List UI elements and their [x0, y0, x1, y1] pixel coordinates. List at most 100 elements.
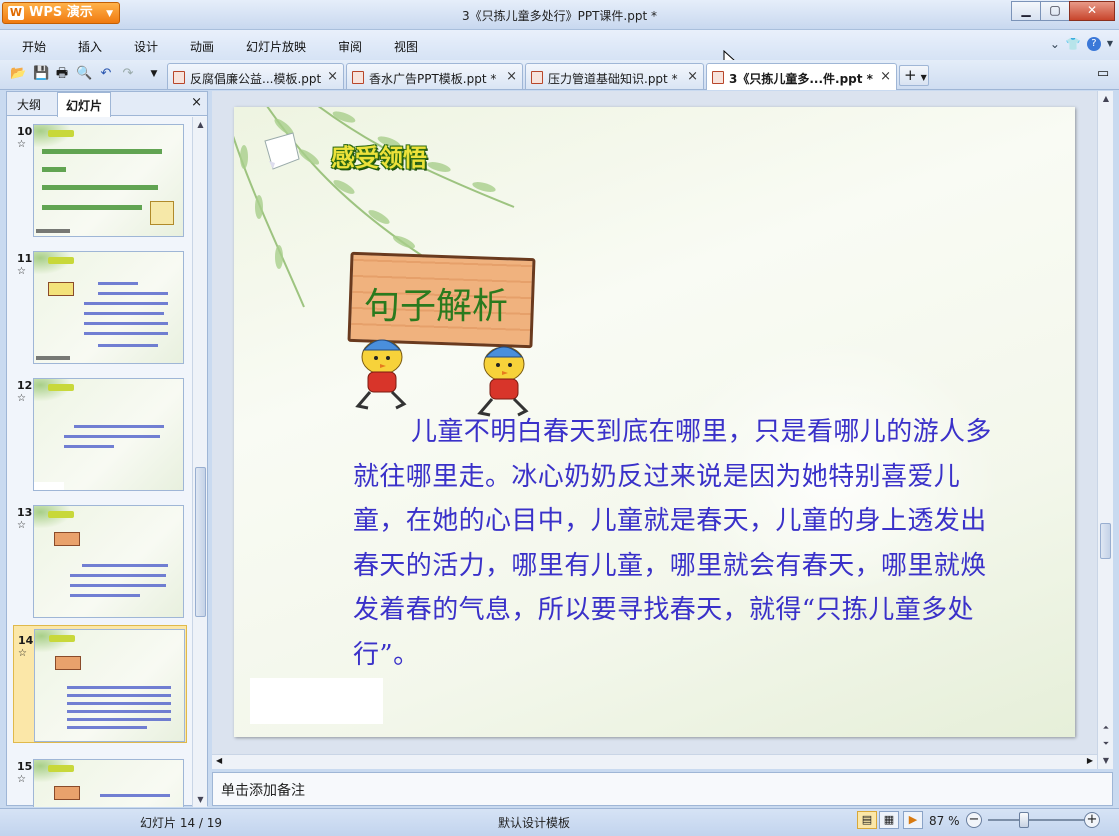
- new-tab-button[interactable]: + ▼: [899, 65, 929, 86]
- slide-thumbnail[interactable]: [33, 251, 184, 364]
- slide-thumbnail[interactable]: [33, 505, 184, 618]
- slide-section-heading: 感受领悟: [331, 144, 427, 172]
- notes-pane[interactable]: 单击添加备注: [212, 772, 1113, 806]
- cartoon-sign-icon: [150, 201, 174, 225]
- zoom-slider-knob[interactable]: [1019, 812, 1029, 828]
- zoom-in-icon[interactable]: +: [1084, 812, 1100, 828]
- close-panel-icon[interactable]: ×: [191, 95, 202, 110]
- menu-animation[interactable]: 动画: [190, 38, 214, 55]
- maximize-button[interactable]: ▢: [1040, 1, 1070, 21]
- thumb-text-line: [84, 322, 168, 325]
- tab-outline[interactable]: 大纲: [17, 96, 41, 113]
- menu-slideshow[interactable]: 幻灯片放映: [246, 38, 306, 55]
- thumb-title-bar: [48, 511, 74, 518]
- thumb-text-line: [70, 594, 140, 597]
- thumb-text-line: [84, 312, 164, 315]
- thumb-text-line: [98, 292, 168, 295]
- undo-icon[interactable]: ↶: [98, 66, 114, 82]
- close-tab-icon[interactable]: ×: [506, 69, 517, 84]
- slide-thumbnail-row[interactable]: 10 ☆: [7, 117, 191, 237]
- white-placeholder-box[interactable]: [250, 678, 383, 724]
- shirt-icon[interactable]: 👕: [1066, 37, 1081, 51]
- thumb-text-line: [42, 185, 158, 190]
- slide-thumbnail-row[interactable]: 15 ☆: [7, 752, 191, 807]
- scrollbar-thumb[interactable]: [195, 467, 206, 617]
- slides-panel: 大纲 幻灯片 × 10 ☆ 11 ☆ 12 ☆ 13 ☆ 14 ☆ 15 ☆ ▲…: [6, 91, 208, 807]
- thumb-board-icon: [54, 786, 80, 800]
- redo-icon[interactable]: ↷: [120, 66, 136, 82]
- save-icon[interactable]: 💾: [33, 66, 49, 82]
- print-preview-icon[interactable]: 🔍: [76, 66, 92, 82]
- slide-thumbnail-row[interactable]: 11 ☆: [7, 244, 191, 364]
- slide-thumbnail-row[interactable]: 12 ☆: [7, 371, 191, 491]
- zoom-slider-track[interactable]: [988, 819, 1084, 821]
- thumb-text-line: [74, 425, 164, 428]
- slide-canvas[interactable]: 感受领悟 句子解析 儿童不明白春天到底在哪里，只是看哪儿的游人多就往哪里走。冰心…: [234, 107, 1075, 737]
- page-up-icon[interactable]: ⏶: [1098, 723, 1114, 733]
- doc-tab-2[interactable]: 香水广告PPT模板.ppt * ×: [346, 63, 523, 89]
- minimize-button[interactable]: ▁: [1011, 1, 1041, 21]
- scroll-down-icon[interactable]: ▼: [193, 795, 208, 804]
- scroll-down-icon[interactable]: ▼: [1098, 756, 1114, 765]
- scroll-left-icon[interactable]: ◀: [216, 756, 222, 765]
- menu-home[interactable]: 开始: [22, 38, 46, 55]
- thumbnail-scrollbar[interactable]: ▲ ▼: [192, 117, 207, 807]
- doc-tab-1[interactable]: 反腐倡廉公益...模板.ppt ×: [167, 63, 344, 89]
- tab-slides[interactable]: 幻灯片: [57, 92, 112, 117]
- zoom-percent: 87 %: [929, 814, 960, 828]
- plus-icon: +: [904, 66, 917, 84]
- animation-star-icon: ☆: [17, 266, 26, 277]
- thumb-text-line: [64, 435, 160, 438]
- close-tab-icon[interactable]: ×: [327, 69, 338, 84]
- help-icon[interactable]: ?: [1086, 37, 1101, 51]
- thumb-title-bar: [48, 130, 74, 137]
- close-button[interactable]: ✕: [1069, 1, 1115, 21]
- toolbar-dropdown-icon[interactable]: ▼: [146, 66, 162, 82]
- slide-thumbnail-row-selected[interactable]: 14 ☆: [13, 625, 187, 743]
- scroll-up-icon[interactable]: ▲: [193, 120, 208, 129]
- menu-right-icons: ⌄ 👕 ? ▼: [1050, 37, 1113, 51]
- vertical-scrollbar[interactable]: ▲ ⏶ ⏷ ▼: [1097, 91, 1113, 769]
- print-icon[interactable]: 🖶: [54, 66, 70, 82]
- slide-counter: 幻灯片 14 / 19: [140, 816, 223, 830]
- animation-star-icon: ☆: [18, 648, 27, 659]
- chevron-down-icon[interactable]: ⌄: [1050, 37, 1060, 51]
- open-folder-icon[interactable]: 📂: [10, 66, 26, 82]
- thumb-text-line: [42, 149, 162, 154]
- horizontal-scrollbar[interactable]: ◀ ▶: [212, 754, 1097, 769]
- status-bar: 幻灯片 14 / 19 默认设计模板 ▤ ▦ ▶ 87 % − +: [0, 808, 1119, 836]
- slide-thumbnail[interactable]: [33, 378, 184, 491]
- zoom-out-icon[interactable]: −: [966, 812, 982, 828]
- thumb-board-icon: [55, 656, 81, 670]
- animation-star-icon: ☆: [17, 139, 26, 150]
- normal-view-icon[interactable]: ▤: [857, 811, 877, 829]
- scroll-right-icon[interactable]: ▶: [1087, 756, 1093, 765]
- slide-thumbnail[interactable]: [33, 124, 184, 237]
- slideshow-view-icon[interactable]: ▶: [903, 811, 923, 829]
- help-caret-icon[interactable]: ▼: [1107, 37, 1113, 51]
- close-tab-icon[interactable]: ×: [687, 69, 698, 84]
- scrollbar-thumb[interactable]: [1100, 523, 1111, 559]
- thumb-text-line: [84, 302, 168, 305]
- slide-thumbnail[interactable]: [33, 759, 184, 807]
- panel-toggle-icon[interactable]: ▭: [1093, 66, 1113, 82]
- panel-tabs: 大纲 幻灯片 ×: [7, 92, 207, 117]
- slide-thumbnail[interactable]: [34, 629, 185, 742]
- slide-editor: 感受领悟 句子解析 儿童不明白春天到底在哪里，只是看哪儿的游人多就往哪里走。冰心…: [212, 91, 1097, 769]
- close-tab-icon[interactable]: ×: [880, 69, 891, 84]
- slide-thumbnail-row[interactable]: 13 ☆: [7, 498, 191, 618]
- slide-body-text[interactable]: 儿童不明白春天到底在哪里，只是看哪儿的游人多就往哪里走。冰心奶奶反过来说是因为她…: [353, 410, 1003, 677]
- menu-view[interactable]: 视图: [394, 38, 418, 55]
- menu-design[interactable]: 设计: [134, 38, 158, 55]
- menu-bar: 开始 插入 设计 动画 幻灯片放映 审阅 视图 ⌄ 👕 ? ▼: [0, 30, 1119, 60]
- thumb-text-line: [82, 564, 168, 567]
- thumb-text-line: [42, 167, 66, 172]
- slide-sorter-view-icon[interactable]: ▦: [879, 811, 899, 829]
- doc-tab-3[interactable]: 压力管道基础知识.ppt * ×: [525, 63, 704, 89]
- menu-review[interactable]: 审阅: [338, 38, 362, 55]
- thumb-text-line: [70, 574, 166, 577]
- page-down-icon[interactable]: ⏷: [1098, 739, 1114, 749]
- menu-insert[interactable]: 插入: [78, 38, 102, 55]
- scroll-up-icon[interactable]: ▲: [1098, 94, 1114, 103]
- doc-tab-4-active[interactable]: 3《只拣儿童多...件.ppt * ×: [706, 63, 897, 90]
